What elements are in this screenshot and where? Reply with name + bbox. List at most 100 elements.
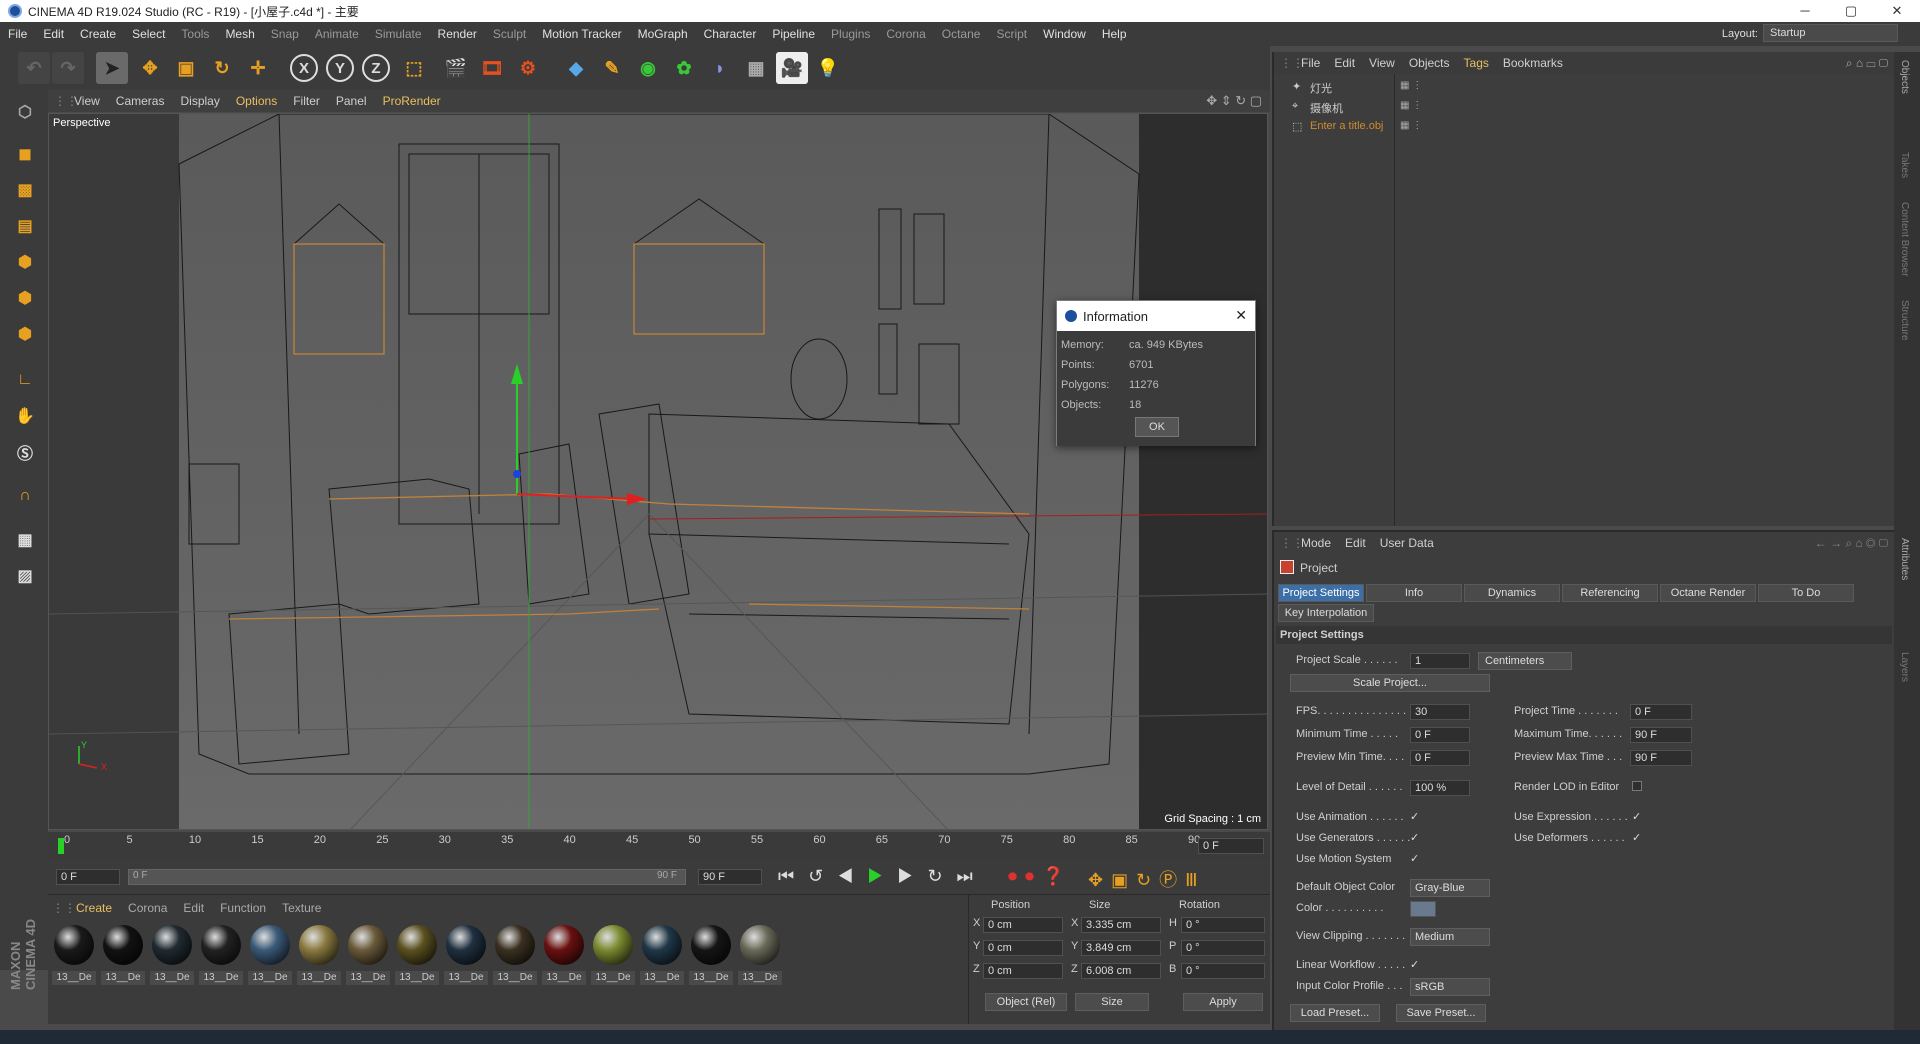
object-name[interactable]: Enter a title.obj bbox=[1310, 120, 1383, 132]
menu-tools[interactable]: Tools bbox=[173, 27, 217, 41]
rotation-field[interactable]: 0 ° bbox=[1181, 963, 1265, 979]
texture-mode-icon[interactable]: ▩ bbox=[10, 176, 40, 204]
fps-field[interactable]: 30 bbox=[1410, 704, 1470, 720]
menu-motion-tracker[interactable]: Motion Tracker bbox=[534, 27, 629, 41]
end-frame-field[interactable]: 90 F bbox=[698, 869, 762, 885]
max-time-field[interactable]: 90 F bbox=[1630, 727, 1692, 743]
tab-key-interpolation[interactable]: Key Interpolation bbox=[1278, 604, 1374, 622]
use-deformers-checkbox[interactable]: ✓ bbox=[1632, 832, 1644, 844]
menu-character[interactable]: Character bbox=[696, 27, 765, 41]
edges-mode-icon[interactable]: ⬢ bbox=[10, 284, 40, 312]
y-axis-lock-icon[interactable]: Y bbox=[326, 54, 354, 82]
size-field[interactable]: 3.335 cm bbox=[1081, 917, 1161, 933]
render-picture-viewer-icon[interactable]: 🎞 bbox=[476, 52, 508, 84]
coord-apply-button[interactable]: Apply bbox=[1183, 993, 1263, 1011]
scale-tool-icon[interactable]: ▣ bbox=[170, 52, 202, 84]
object-row[interactable]: ⬚ Enter a title.obj ▦ ⋮ bbox=[1274, 118, 1894, 136]
material-item[interactable]: 13__De bbox=[101, 923, 145, 993]
linear-workflow-checkbox[interactable]: ✓ bbox=[1410, 959, 1422, 971]
material-item[interactable]: 13__De bbox=[444, 923, 488, 993]
position-field[interactable]: 0 cm bbox=[983, 940, 1063, 956]
side-tab-objects[interactable]: Objects bbox=[1899, 60, 1910, 94]
material-item[interactable]: 13__De bbox=[591, 923, 635, 993]
deformer-icon[interactable]: ◗ bbox=[704, 52, 736, 84]
points-mode-icon[interactable]: ⬢ bbox=[10, 248, 40, 276]
viewport-menu-display[interactable]: Display bbox=[172, 94, 227, 108]
use-expression-checkbox[interactable]: ✓ bbox=[1632, 811, 1644, 823]
object-menu-tags[interactable]: Tags bbox=[1457, 56, 1496, 70]
material-item[interactable]: 13__De bbox=[297, 923, 341, 993]
material-menu-texture[interactable]: Texture bbox=[274, 901, 329, 915]
snap-icon[interactable]: Ⓢ bbox=[10, 438, 40, 466]
attr-menu-mode[interactable]: Mode bbox=[1294, 536, 1338, 550]
position-field[interactable]: 0 cm bbox=[983, 917, 1063, 933]
material-menu-create[interactable]: Create bbox=[68, 901, 120, 915]
rotation-field[interactable]: 0 ° bbox=[1181, 940, 1265, 956]
min-time-field[interactable]: 0 F bbox=[1410, 727, 1470, 743]
floor-scene-icon[interactable]: ▦ bbox=[740, 52, 772, 84]
preview-min-field[interactable]: 0 F bbox=[1410, 750, 1470, 766]
load-preset-button[interactable]: Load Preset... bbox=[1290, 1004, 1380, 1022]
menu-animate[interactable]: Animate bbox=[307, 27, 367, 41]
color-swatch[interactable] bbox=[1410, 901, 1436, 917]
material-item[interactable]: 13__De bbox=[395, 923, 439, 993]
menu-snap[interactable]: Snap bbox=[263, 27, 307, 41]
workplane-mode-icon[interactable]: ▤ bbox=[10, 212, 40, 240]
tab-to-do[interactable]: To Do bbox=[1758, 584, 1854, 602]
z-axis-lock-icon[interactable]: Z bbox=[362, 54, 390, 82]
minimize-button[interactable]: ─ bbox=[1782, 0, 1828, 22]
material-item[interactable]: 13__De bbox=[150, 923, 194, 993]
size-field[interactable]: 3.849 cm bbox=[1081, 940, 1161, 956]
attr-menu-edit[interactable]: Edit bbox=[1338, 536, 1373, 550]
menu-create[interactable]: Create bbox=[72, 27, 124, 41]
material-item[interactable]: 13__De bbox=[199, 923, 243, 993]
layout-select[interactable]: Startup bbox=[1763, 24, 1898, 42]
object-name[interactable]: 灯光 bbox=[1310, 80, 1332, 96]
make-editable-icon[interactable]: ⬡ bbox=[10, 98, 40, 126]
tab-project-settings[interactable]: Project Settings bbox=[1278, 584, 1364, 602]
menu-render[interactable]: Render bbox=[430, 27, 485, 41]
project-scale-field[interactable]: 1 bbox=[1410, 653, 1470, 669]
frame-range-slider[interactable]: 0 F 90 F bbox=[128, 869, 686, 885]
render-view-icon[interactable]: 🎬 bbox=[440, 52, 472, 84]
rotate-tool-icon[interactable]: ↻ bbox=[206, 52, 238, 84]
material-menu-edit[interactable]: Edit bbox=[175, 901, 212, 915]
x-axis-lock-icon[interactable]: X bbox=[290, 54, 318, 82]
tweak-mode-icon[interactable]: ✋ bbox=[10, 402, 40, 430]
coord-size-select[interactable]: Size bbox=[1075, 993, 1149, 1011]
menu-window[interactable]: Window bbox=[1035, 27, 1094, 41]
viewport-nav-icons[interactable]: ✥ ⇕ ↻ ▢ bbox=[1206, 93, 1262, 109]
transport-buttons[interactable]: ⏮↺◀▶▶↻⏭ bbox=[778, 866, 987, 887]
object-menu-file[interactable]: File bbox=[1294, 56, 1327, 70]
size-field[interactable]: 6.008 cm bbox=[1081, 963, 1161, 979]
object-row[interactable]: ✦ 灯光 ▦ ⋮ bbox=[1274, 78, 1894, 96]
undo-icon[interactable]: ↶ bbox=[18, 52, 50, 84]
menu-mesh[interactable]: Mesh bbox=[217, 27, 262, 41]
light-icon[interactable]: 💡 bbox=[812, 52, 844, 84]
save-preset-button[interactable]: Save Preset... bbox=[1396, 1004, 1486, 1022]
coord-mode-select[interactable]: Object (Rel) bbox=[985, 993, 1067, 1011]
side-tab-structure[interactable]: Structure bbox=[1899, 300, 1910, 341]
menu-plugins[interactable]: Plugins bbox=[823, 27, 878, 41]
material-item[interactable]: 13__De bbox=[52, 923, 96, 993]
transform-tool-icon[interactable]: ✛ bbox=[242, 52, 274, 84]
workplane-lock-icon[interactable]: ▨ bbox=[10, 562, 40, 590]
render-lod-checkbox[interactable] bbox=[1632, 781, 1642, 791]
material-item[interactable]: 13__De bbox=[248, 923, 292, 993]
current-frame-field[interactable]: 0 F bbox=[1198, 838, 1264, 854]
material-item[interactable]: 13__De bbox=[346, 923, 390, 993]
keyframe-buttons[interactable]: ✥▣↻ⓅⅢ bbox=[1088, 866, 1206, 892]
default-object-color-select[interactable]: Gray-Blue bbox=[1410, 879, 1490, 897]
cloner-icon[interactable]: ✿ bbox=[668, 52, 700, 84]
menu-select[interactable]: Select bbox=[124, 27, 173, 41]
scale-project-button[interactable]: Scale Project... bbox=[1290, 674, 1490, 692]
record-buttons[interactable]: ⏺⏺❓ bbox=[1008, 866, 1072, 887]
magnet-icon[interactable]: ∩ bbox=[10, 482, 40, 510]
attr-menu-user-data[interactable]: User Data bbox=[1373, 536, 1441, 550]
attr-nav-icons[interactable]: ← → ⌕ ⌂ ◎ ▢ bbox=[1815, 536, 1888, 551]
render-settings-icon[interactable]: ⚙ bbox=[512, 52, 544, 84]
maximize-button[interactable]: ▢ bbox=[1828, 0, 1874, 22]
object-row[interactable]: ⌖ 摄像机 ▦ ⋮ bbox=[1274, 98, 1894, 116]
menu-help[interactable]: Help bbox=[1094, 27, 1135, 41]
side-tab-content-browser[interactable]: Content Browser bbox=[1899, 202, 1910, 276]
